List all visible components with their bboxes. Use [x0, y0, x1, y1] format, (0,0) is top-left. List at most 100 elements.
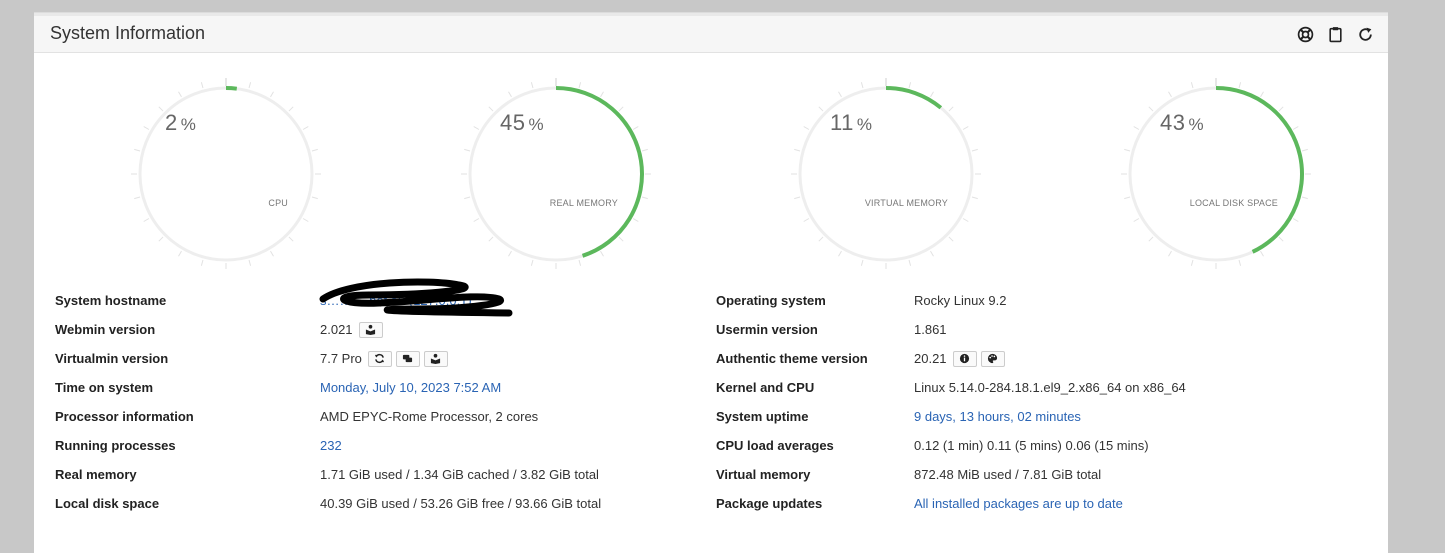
gauge-fill-arc — [1215, 86, 1304, 254]
running-processes-label: Running processes — [55, 438, 176, 453]
gauge-tick — [464, 148, 471, 152]
virtualmin-version-text: 7.7 Pro — [320, 351, 362, 366]
gauge-tick — [838, 250, 842, 257]
real-memory-gauge-dial — [461, 78, 651, 269]
cpu-load-averages-label: CPU load averages — [716, 438, 834, 453]
gauge-tick — [488, 106, 494, 112]
kernel-and-cpu-label: Kernel and CPU — [716, 380, 815, 395]
gauge-tick — [158, 236, 164, 242]
running-processes-link[interactable]: 232 — [320, 435, 342, 457]
local-disk-space-gauge-dial — [1121, 78, 1311, 269]
gauge-tick — [134, 148, 141, 152]
gauge-tick — [143, 126, 150, 130]
virtual-memory-gauge-unit: % — [856, 115, 873, 134]
time-on-system-link[interactable]: Monday, July 10, 2023 7:52 AM — [320, 377, 501, 399]
gauge-tick — [1278, 236, 1284, 242]
gauge-tick — [1292, 218, 1299, 222]
local-disk-space-gauge-value: 43% — [1160, 110, 1204, 136]
real-memory-gauge-label: REAL MEMORY — [549, 198, 618, 208]
gauge-tick — [1148, 236, 1154, 242]
row-system-uptime: System uptime 9 days, 13 hours, 02 minut… — [716, 406, 1376, 428]
processor-information-label: Processor information — [55, 409, 194, 424]
real-memory-label: Real memory — [55, 467, 137, 482]
gauge-tick — [600, 250, 604, 257]
gauge-tick — [1124, 148, 1131, 152]
gauge-tick — [311, 148, 318, 152]
gauge-tick — [473, 218, 480, 222]
webmin-version-text: 2.021 — [320, 322, 353, 337]
gauge-fill-arc — [555, 86, 644, 258]
real-memory-gauge-number: 45 — [500, 110, 526, 135]
gauge-tick — [1168, 250, 1172, 257]
gauge-tick — [530, 82, 534, 89]
gauge-tick — [200, 82, 204, 89]
row-package-updates: Package updates All installed packages a… — [716, 493, 1376, 515]
gauge-tick — [632, 218, 639, 222]
cpu-gauge-number: 2 — [165, 110, 178, 135]
cpu-gauge-unit: % — [180, 115, 197, 134]
system-hostname-link[interactable]: s……….net.au (127.0.0.1) — [320, 290, 472, 312]
gauge-tick — [1292, 126, 1299, 130]
comments-icon — [403, 354, 413, 362]
row-local-disk-space: Local disk space 40.39 GiB used / 53.26 … — [55, 493, 655, 515]
theme-info-button[interactable] — [952, 350, 977, 367]
gauge-tick — [302, 126, 309, 130]
kernel-and-cpu-value: Linux 5.14.0-284.18.1.el9_2.x86_64 on x8… — [914, 380, 1186, 395]
gauge-tick — [618, 106, 624, 112]
gauge-tick — [1260, 91, 1264, 98]
cpu-gauge-dial — [131, 78, 321, 269]
gauge-tick — [1238, 82, 1242, 89]
usermin-version-value: 1.861 — [914, 322, 947, 337]
system-hostname-label: System hostname — [55, 293, 167, 308]
virtual-memory-value: 872.48 MiB used / 7.81 GiB total — [914, 467, 1102, 482]
book-reader-icon — [365, 324, 376, 335]
gauge-tick — [578, 259, 582, 266]
refresh-icon[interactable] — [1354, 23, 1376, 45]
info-icon — [959, 353, 970, 363]
gauge-tick — [1190, 259, 1194, 266]
gauge-tick — [288, 236, 294, 242]
gauge-tick — [200, 259, 204, 266]
gauge-tick — [1148, 106, 1154, 112]
palette-icon — [987, 353, 998, 363]
row-time-on-system: Time on system Monday, July 10, 2023 7:5… — [55, 377, 655, 399]
gauge-tick — [794, 148, 801, 152]
lifebuoy-icon[interactable] — [1294, 23, 1316, 45]
cpu-gauge-label: CPU — [268, 198, 288, 208]
clipboard-icon[interactable] — [1324, 23, 1346, 45]
gauge-tick — [530, 259, 534, 266]
authentic-theme-version-text: 20.21 — [914, 351, 947, 366]
gauge-tick — [1278, 106, 1284, 112]
local-disk-space-gauge-label: LOCAL DISK SPACE — [1189, 198, 1278, 208]
gauge-tick — [641, 148, 648, 152]
row-system-hostname: System hostname s……….net.au (127.0.0.1) — [55, 290, 655, 312]
package-updates-link[interactable]: All installed packages are up to date — [914, 493, 1123, 515]
gauge-tick — [1238, 259, 1242, 266]
row-usermin-version: Usermin version 1.861 — [716, 319, 1376, 341]
system-uptime-link[interactable]: 9 days, 13 hours, 02 minutes — [914, 406, 1081, 428]
virtual-memory-gauge-dial — [791, 78, 981, 269]
virtual-memory-gauge-label: VIRTUAL MEMORY — [864, 198, 948, 208]
gauge-tick — [860, 259, 864, 266]
row-virtualmin-version: Virtualmin version 7.7 Pro — [55, 348, 655, 370]
local-disk-space-label: Local disk space — [55, 496, 160, 511]
gauge-tick — [908, 259, 912, 266]
row-real-memory: Real memory 1.71 GiB used / 1.34 GiB cac… — [55, 464, 655, 486]
cpu-gauge: 2% CPU — [128, 66, 328, 276]
row-processor-information: Processor information AMD EPYC-Rome Proc… — [55, 406, 655, 428]
operating-system-value: Rocky Linux 9.2 — [914, 293, 1007, 308]
virtualmin-comments-button[interactable] — [395, 350, 420, 367]
sync-icon — [375, 353, 385, 363]
gauge-tick — [178, 250, 182, 257]
gauge-tick — [1301, 196, 1308, 200]
virtualmin-changelog-button[interactable] — [423, 350, 448, 367]
virtualmin-refresh-button[interactable] — [367, 350, 392, 367]
gauge-tick — [1168, 91, 1172, 98]
gauge-track — [798, 86, 974, 262]
gauge-tick — [270, 91, 274, 98]
webmin-changelog-button[interactable] — [358, 321, 383, 338]
row-authentic-theme-version: Authentic theme version 20.21 — [716, 348, 1376, 370]
row-webmin-version: Webmin version 2.021 — [55, 319, 655, 341]
webmin-version-value: 2.021 — [320, 319, 383, 341]
theme-palette-button[interactable] — [980, 350, 1005, 367]
